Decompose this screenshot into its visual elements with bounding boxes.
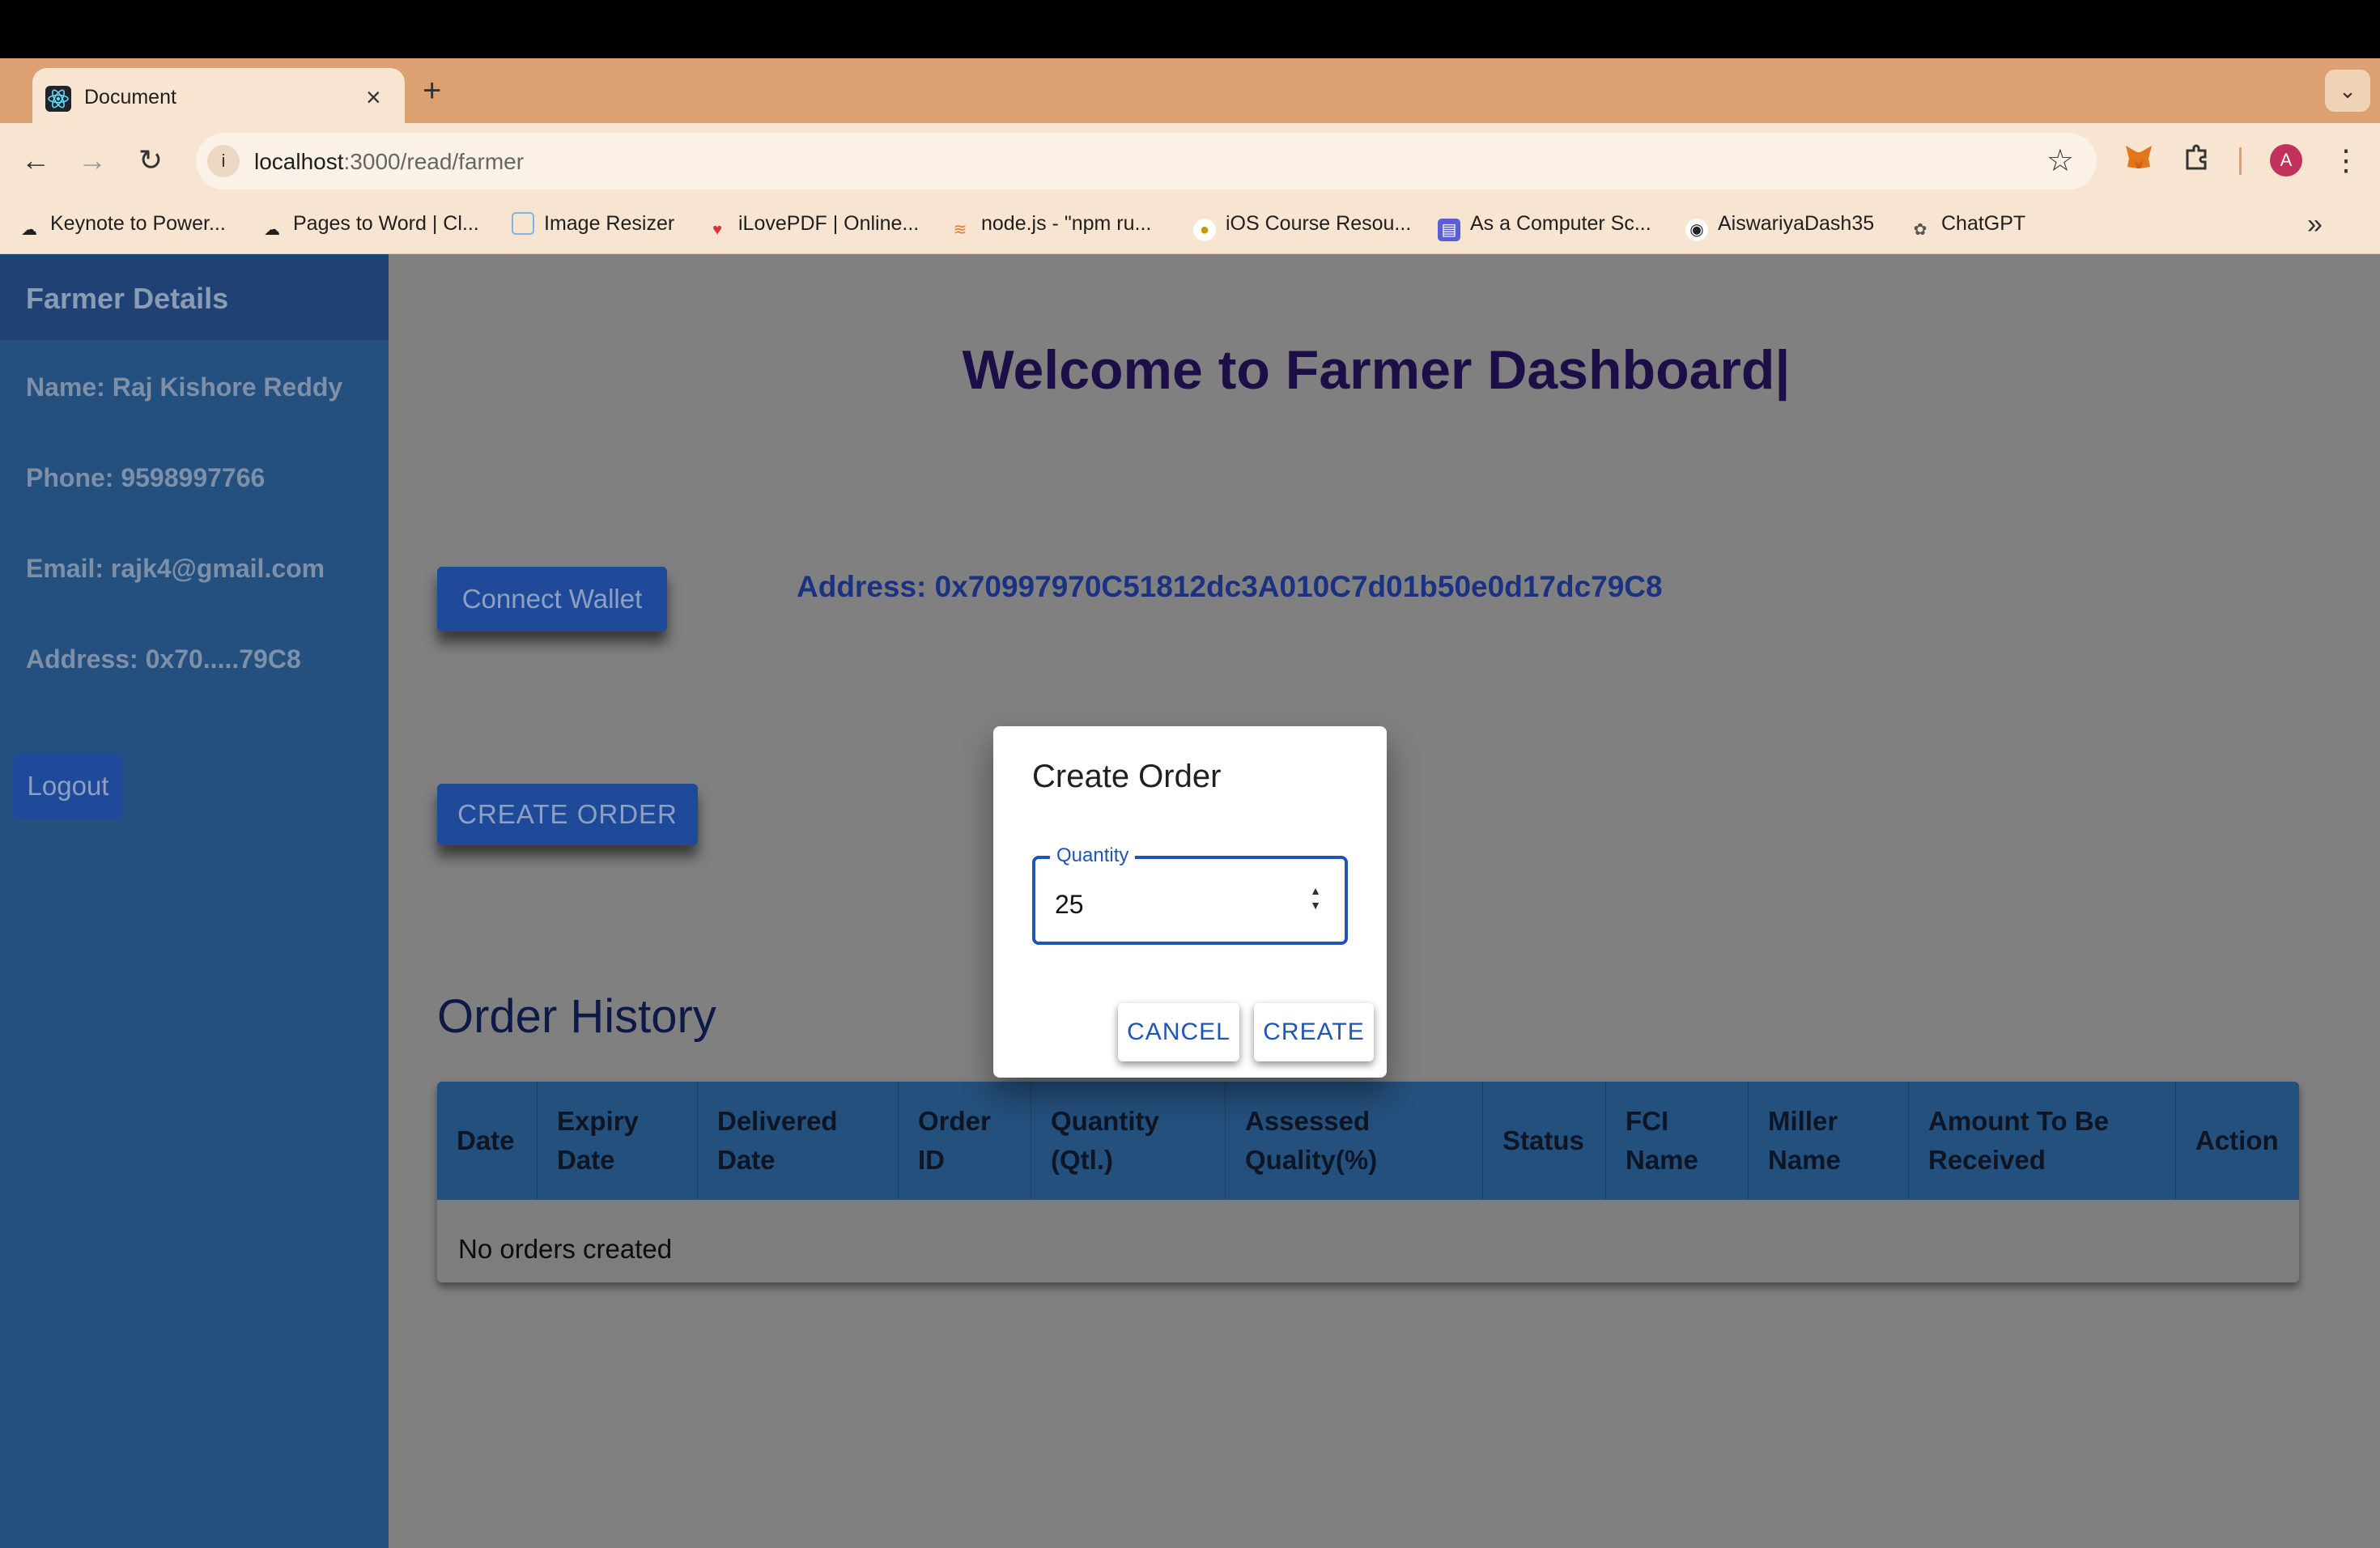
app-viewport: Farmer Details Name: Raj Kishore Reddy P…: [0, 254, 2380, 1548]
bookmark-item[interactable]: ▤ As a Computer Sc...: [1438, 212, 1651, 241]
bookmark-item[interactable]: ≋ node.js - "npm ru...: [949, 212, 1152, 241]
farmer-email: Email: rajk4@gmail.com: [26, 554, 325, 583]
more-bookmarks-icon[interactable]: »: [2307, 209, 2323, 240]
image-icon: [512, 212, 534, 235]
quantity-input[interactable]: 25: [1055, 890, 1084, 920]
bookmark-label: iOS Course Resou...: [1226, 212, 1412, 235]
bookmark-item[interactable]: Image Resizer: [512, 212, 674, 236]
forward-arrow-icon[interactable]: →: [70, 138, 115, 183]
column-header: Delivered Date: [698, 1082, 899, 1200]
create-button[interactable]: CREATE: [1254, 1003, 1374, 1061]
address-bar[interactable]: i localhost:3000/read/farmer ☆: [196, 133, 2097, 189]
printer-icon: ▤: [1438, 219, 1460, 241]
bookmark-star-icon[interactable]: ☆: [2046, 142, 2074, 179]
create-order-dialog: Create Order Quantity 25 ▲ ▼ CANCEL CREA…: [993, 726, 1387, 1078]
quantity-field[interactable]: Quantity 25 ▲ ▼: [1032, 844, 1348, 945]
bookmark-label: As a Computer Sc...: [1470, 212, 1651, 235]
bookmark-item[interactable]: ✿ ChatGPT: [1909, 212, 2026, 241]
chatgpt-icon: ✿: [1913, 221, 1927, 239]
wallet-address: Address: 0x70997970C51812dc3A010C7d01b50…: [797, 570, 1663, 603]
column-header: Expiry Date: [538, 1082, 698, 1200]
sidebar-title: Farmer Details: [26, 282, 229, 315]
bookmark-label: AiswariyaDash35: [1718, 212, 1875, 235]
order-history-title: Order History: [437, 990, 716, 1043]
column-header: Assessed Quality(%): [1226, 1082, 1483, 1200]
browser-tab[interactable]: Document ×: [32, 68, 405, 126]
bookmarks-bar: ☁ Keynote to Power... ☁ Pages to Word | Cl…: [0, 198, 2380, 254]
quantity-stepper[interactable]: ▲ ▼: [1306, 883, 1325, 912]
react-icon: [45, 86, 71, 112]
stepper-down-icon[interactable]: ▼: [1306, 898, 1325, 912]
cancel-button[interactable]: CANCEL: [1118, 1003, 1239, 1061]
toolbar-separator: [2239, 147, 2242, 175]
quantity-label: Quantity: [1050, 844, 1136, 867]
bookmark-item[interactable]: ☁ Pages to Word | Cl...: [261, 212, 479, 241]
cloud-icon: ☁: [264, 221, 280, 239]
column-header: Status: [1483, 1082, 1606, 1200]
back-arrow-icon[interactable]: ←: [13, 138, 58, 183]
order-history-table: Date Expiry Date Delivered Date Order ID…: [437, 1082, 2299, 1282]
heart-icon: ♥: [712, 221, 722, 239]
tab-title: Document: [84, 86, 176, 108]
connect-wallet-button[interactable]: Connect Wallet: [437, 567, 667, 632]
close-tab-icon[interactable]: ×: [366, 81, 381, 113]
url-host: localhost: [254, 149, 344, 174]
column-header: Quantity (Qtl.): [1031, 1082, 1226, 1200]
create-order-button[interactable]: CREATE ORDER: [437, 784, 698, 845]
extensions-puzzle-icon[interactable]: [2181, 141, 2213, 184]
table-header: Date Expiry Date Delivered Date Order ID…: [437, 1082, 2299, 1200]
sidebar: Farmer Details Name: Raj Kishore Reddy P…: [0, 254, 389, 1548]
tab-search-chevron-icon[interactable]: ⌄: [2325, 70, 2370, 112]
new-tab-icon[interactable]: +: [423, 71, 441, 110]
bookmark-label: node.js - "npm ru...: [981, 212, 1152, 235]
column-header: FCI Name: [1606, 1082, 1749, 1200]
url-text[interactable]: localhost:3000/read/farmer: [254, 149, 524, 175]
bookmark-label: Image Resizer: [544, 212, 675, 235]
stepper-up-icon[interactable]: ▲: [1306, 883, 1325, 898]
browser-menu-icon[interactable]: ⋮: [2323, 138, 2369, 183]
metamask-fox-icon[interactable]: [2123, 141, 2155, 184]
farmer-address: Address: 0x70.....79C8: [26, 644, 301, 674]
screen-top-bar: [0, 0, 2380, 58]
bookmark-label: Keynote to Power...: [50, 212, 226, 235]
bookmark-item[interactable]: ☁ Keynote to Power...: [18, 212, 226, 241]
reload-icon[interactable]: ↻: [128, 138, 173, 183]
cloud-icon: ☁: [21, 221, 37, 239]
bookmark-label: Pages to Word | Cl...: [293, 212, 479, 235]
github-icon: ◉: [1685, 219, 1708, 241]
bookmark-item[interactable]: ● iOS Course Resou...: [1193, 212, 1411, 241]
sidebar-header: Farmer Details: [0, 254, 389, 340]
column-header: Order ID: [899, 1082, 1031, 1200]
site-info-icon[interactable]: i: [207, 145, 240, 177]
logout-button[interactable]: Logout: [13, 753, 123, 819]
empty-table-message: No orders created: [458, 1234, 673, 1264]
dialog-title: Create Order: [1032, 759, 1222, 794]
column-header: Date: [437, 1082, 538, 1200]
browser-toolbar: ← → ↻ i localhost:3000/read/farmer ☆ A ⋮: [0, 123, 2380, 198]
bookmark-label: ChatGPT: [1941, 212, 2026, 235]
bookmark-item[interactable]: ◉ AiswariyaDash35: [1685, 212, 1874, 241]
bookmark-label: iLovePDF | Online...: [738, 212, 920, 235]
column-header: Amount To Be Received: [1909, 1082, 2176, 1200]
farmer-phone: Phone: 9598997766: [26, 463, 266, 492]
course-icon: ●: [1193, 219, 1216, 241]
column-header: Action: [2195, 1125, 2279, 1155]
stackoverflow-icon: ≋: [953, 221, 967, 239]
profile-avatar[interactable]: A: [2270, 144, 2302, 176]
page-title: Welcome to Farmer Dashboard|: [962, 339, 1791, 401]
url-path: :3000/read/farmer: [343, 149, 525, 174]
bookmark-item[interactable]: ♥ iLovePDF | Online...: [706, 212, 919, 241]
browser-tab-bar: Document × + ⌄: [0, 58, 2380, 126]
column-header: Miller Name: [1749, 1082, 1909, 1200]
